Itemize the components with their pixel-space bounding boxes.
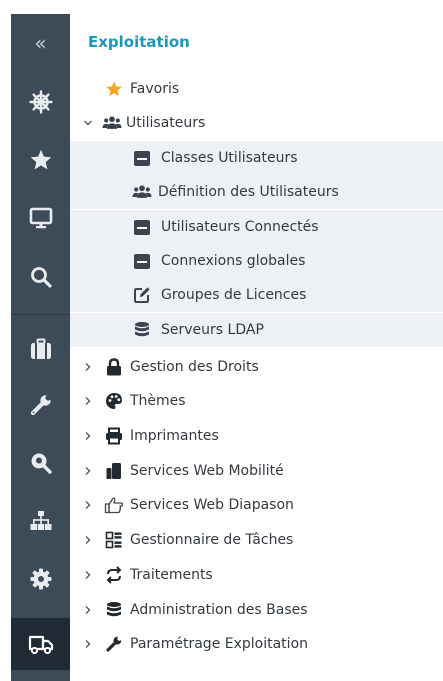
window-icon: [132, 251, 152, 271]
star-icon: [30, 149, 51, 170]
chevron-right-icon[interactable]: [82, 604, 94, 616]
search-icon: [30, 267, 52, 288]
wrench-icon: [104, 634, 124, 654]
tree-item-label: Utilisateurs Connectés: [161, 219, 319, 235]
chevron-right-icon[interactable]: [82, 430, 94, 442]
exploitation-panel: Exploitation Favoris Utilisateurs Classe…: [70, 14, 443, 681]
lock-icon: [104, 357, 124, 377]
wrench-icon: [30, 395, 51, 416]
tree-item-label: Gestionnaire de Tâches: [130, 532, 294, 548]
rail-helm-button[interactable]: [11, 79, 70, 125]
rail-wrench-button[interactable]: [11, 382, 70, 428]
tree-item-label: Connexions globales: [161, 253, 306, 269]
tree-group-themes[interactable]: Thèmes: [70, 384, 443, 418]
tree-group-services-web-mobilite[interactable]: Services Web Mobilité: [70, 454, 443, 488]
rail-map-search-button[interactable]: [11, 440, 70, 486]
rail-sitemap-button[interactable]: [11, 498, 70, 544]
tree-group-services-web-diapason[interactable]: Services Web Diapason: [70, 488, 443, 522]
tree-subitem-connexions-globales[interactable]: Connexions globales: [70, 244, 443, 278]
chevron-right-icon[interactable]: [82, 361, 94, 373]
tree-item-label: Utilisateurs: [126, 115, 206, 131]
gear-icon: [30, 568, 51, 590]
monitor-icon: [29, 207, 52, 229]
chevron-right-icon[interactable]: [82, 569, 94, 581]
tree-item-label: Services Web Diapason: [130, 497, 294, 513]
rail-gear-button[interactable]: [11, 556, 70, 602]
collapse-rail-button[interactable]: «: [11, 22, 70, 64]
tree-item-label: Favoris: [130, 81, 180, 97]
window-icon: [132, 217, 152, 237]
hand-point-icon: [104, 495, 124, 515]
chevron-right-icon[interactable]: [82, 638, 94, 650]
tree-item-favoris[interactable]: Favoris: [70, 72, 443, 106]
tree-subitem-utilisateurs-connectes[interactable]: Utilisateurs Connectés: [70, 210, 443, 244]
users-icon: [102, 113, 122, 133]
map-pin-search-icon: [31, 453, 52, 474]
tree-item-label: Traitements: [130, 567, 213, 583]
chevron-right-icon[interactable]: [82, 499, 94, 511]
tree-group-administration-bases[interactable]: Administration des Bases: [70, 593, 443, 627]
rail-search-button[interactable]: [11, 254, 70, 300]
chevron-right-icon[interactable]: [82, 465, 94, 477]
star-icon: [104, 79, 124, 99]
chevron-down-icon[interactable]: [82, 117, 94, 129]
tree-group-gestionnaire-taches[interactable]: Gestionnaire de Tâches: [70, 523, 443, 557]
panel-title: Exploitation: [88, 33, 190, 51]
tree-item-label: Définition des Utilisateurs: [158, 184, 339, 200]
tree-item-label: Administration des Bases: [130, 602, 308, 618]
chevron-right-icon[interactable]: [82, 534, 94, 546]
tree-subitem-classes-utilisateurs[interactable]: Classes Utilisateurs: [70, 141, 443, 175]
window-icon: [132, 148, 152, 168]
tree-item-label: Paramétrage Exploitation: [130, 636, 309, 652]
tree-group-imprimantes[interactable]: Imprimantes: [70, 419, 443, 453]
refresh-icon: [104, 565, 124, 585]
tree-group-utilisateurs[interactable]: Utilisateurs: [70, 106, 443, 140]
tree-group-gestion-droits[interactable]: Gestion des Droits: [70, 350, 443, 384]
tree-subitem-serveurs-ldap[interactable]: Serveurs LDAP: [70, 313, 443, 347]
truck-icon: [28, 635, 53, 655]
helm-icon: [28, 90, 53, 114]
users-icon: [132, 182, 152, 202]
tree-subitem-definition-utilisateurs[interactable]: Définition des Utilisateurs: [70, 175, 443, 209]
chevron-right-icon[interactable]: [82, 395, 94, 407]
tasks-icon: [104, 530, 124, 550]
tree-subitem-groupes-licences[interactable]: Groupes de Licences: [70, 278, 443, 312]
mobile-icon: [104, 461, 124, 481]
tree-group-traitements[interactable]: Traitements: [70, 558, 443, 592]
palette-icon: [104, 391, 124, 411]
rail-suitcase-button[interactable]: [11, 326, 70, 372]
tree-item-label: Groupes de Licences: [161, 287, 307, 303]
tree-item-label: Gestion des Droits: [130, 359, 259, 375]
tree-group-parametrage-exploitation[interactable]: Paramétrage Exploitation: [70, 627, 443, 661]
tree-item-label: Thèmes: [130, 393, 186, 409]
tree-item-label: Serveurs LDAP: [161, 322, 264, 338]
sitemap-icon: [30, 511, 51, 530]
rail-star-button[interactable]: [11, 137, 70, 183]
suitcase-icon: [30, 338, 51, 359]
tree-item-label: Classes Utilisateurs: [161, 150, 298, 166]
rail-separator: [11, 314, 70, 315]
tree-item-label: Imprimantes: [130, 428, 219, 444]
collapse-icon: «: [34, 31, 47, 55]
tree-item-label: Services Web Mobilité: [130, 463, 284, 479]
database-icon: [104, 600, 124, 620]
database-icon: [132, 320, 152, 340]
edit-icon: [132, 285, 152, 305]
printer-icon: [104, 426, 124, 446]
icon-rail: «: [11, 14, 70, 681]
rail-monitor-button[interactable]: [11, 195, 70, 241]
rail-truck-button[interactable]: [11, 618, 70, 670]
